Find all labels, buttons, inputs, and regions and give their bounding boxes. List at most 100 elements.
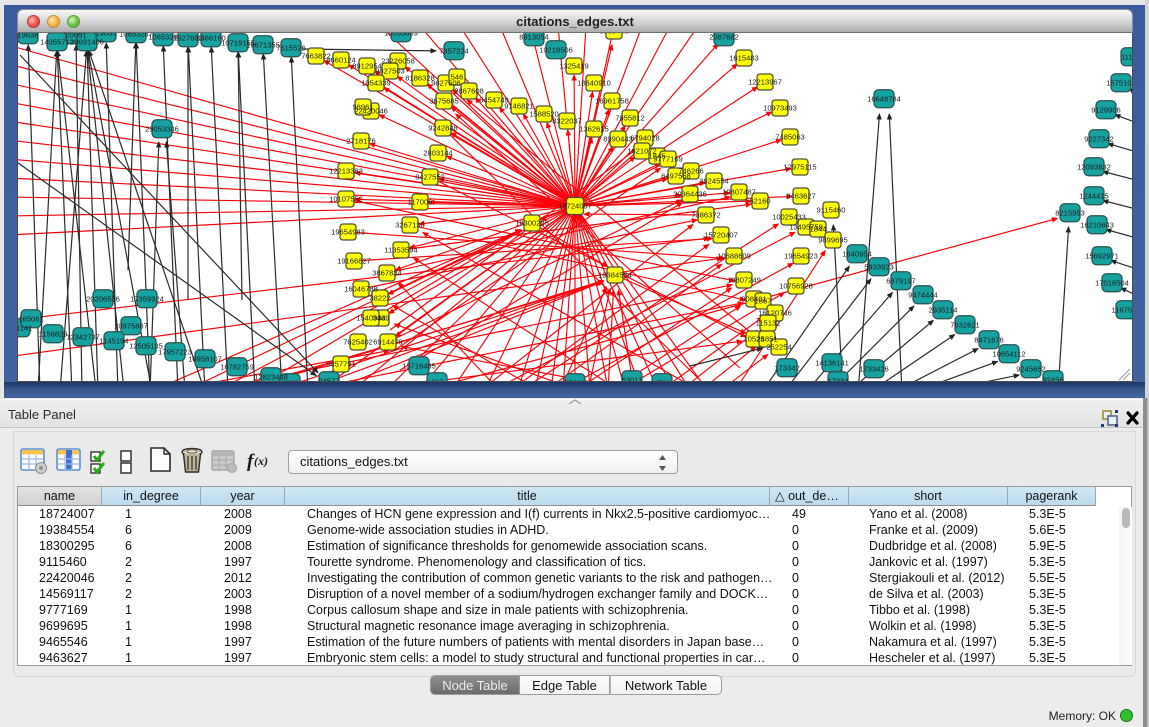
svg-text:(x): (x) [254, 454, 268, 468]
svg-text:63011: 63011 [622, 376, 643, 381]
svg-text:7485063: 7485063 [775, 133, 805, 142]
svg-text:19638: 19638 [18, 33, 39, 40]
svg-text:16961758: 16961758 [595, 97, 629, 106]
svg-text:3267130: 3267130 [395, 221, 425, 230]
svg-text:18724007: 18724007 [558, 202, 592, 211]
svg-text:7625402: 7625402 [343, 338, 373, 347]
svg-text:8990443: 8990443 [603, 135, 633, 144]
svg-text:10958107: 10958107 [188, 355, 222, 364]
svg-text:12093832: 12093832 [1077, 163, 1111, 172]
svg-text:6879197: 6879197 [886, 277, 916, 286]
svg-text:16210643: 16210643 [1080, 221, 1114, 230]
svg-text:18300295: 18300295 [515, 219, 549, 228]
svg-text:38222: 38222 [369, 294, 390, 303]
svg-text:18640910: 18640910 [577, 79, 611, 88]
svg-text:1054339: 1054339 [361, 79, 391, 88]
svg-text:6914479: 6914479 [373, 338, 403, 347]
svg-text:92456: 92456 [1042, 376, 1063, 381]
svg-text:95801: 95801 [564, 379, 585, 381]
svg-text:9457791: 9457791 [326, 360, 356, 369]
svg-text:2803144: 2803144 [423, 149, 453, 158]
svg-text:129234: 129234 [277, 379, 302, 381]
svg-text:17016504: 17016504 [1095, 279, 1129, 288]
svg-text:2087682: 2087682 [709, 33, 739, 42]
svg-text:17334: 17334 [827, 377, 848, 381]
svg-text:1325419: 1325419 [559, 62, 589, 71]
svg-text:15692971: 15692971 [1085, 252, 1119, 261]
svg-text:20206536: 20206536 [86, 295, 120, 304]
svg-text:12213967: 12213967 [748, 78, 782, 87]
svg-text:10654112: 10654112 [992, 350, 1025, 359]
svg-text:117: 117 [431, 378, 443, 381]
svg-text:9242848: 9242848 [428, 124, 458, 133]
svg-text:2935114: 2935114 [929, 306, 958, 315]
svg-text:18807249: 18807249 [727, 276, 761, 285]
svg-text:9227342: 9227342 [1084, 135, 1114, 144]
svg-text:9474444: 9474444 [908, 291, 938, 300]
svg-text:1867: 1867 [755, 297, 772, 306]
svg-text:17957223: 17957223 [158, 348, 192, 357]
svg-text:19033: 19033 [95, 33, 116, 38]
svg-text:10807487: 10807487 [722, 188, 756, 197]
svg-text:19654983: 19654983 [331, 228, 365, 237]
svg-text:17359924: 17359924 [130, 295, 164, 304]
svg-text:8322037: 8322037 [552, 117, 582, 126]
svg-text:1733426: 1733426 [859, 365, 889, 374]
svg-text:16046788: 16046788 [344, 285, 378, 294]
svg-text:6794028: 6794028 [630, 134, 660, 143]
svg-text:8912954: 8912954 [352, 62, 382, 71]
svg-text:16782759: 16782759 [220, 363, 254, 372]
svg-text:10107552: 10107552 [329, 195, 363, 204]
svg-text:7955812: 7955812 [615, 114, 645, 123]
svg-text:9245652: 9245652 [1016, 365, 1046, 374]
svg-text:1540934: 1540934 [356, 314, 386, 323]
svg-text:9899695: 9899695 [818, 236, 848, 245]
svg-text:15716485: 15716485 [402, 362, 436, 371]
svg-text:3867834: 3867834 [372, 269, 402, 278]
svg-text:29053346: 29053346 [145, 125, 179, 134]
svg-text:1640954: 1640954 [842, 250, 872, 259]
svg-text:7386372: 7386372 [691, 211, 721, 220]
svg-text:11353594: 11353594 [384, 246, 417, 255]
svg-text:391141: 391141 [18, 324, 32, 333]
svg-text:10025433: 10025433 [772, 213, 806, 222]
svg-text:9129906: 9129906 [1091, 106, 1121, 115]
svg-text:11125: 11125 [1121, 53, 1132, 62]
svg-text:7632621: 7632621 [950, 321, 980, 330]
svg-text:10688609: 10688609 [717, 252, 751, 261]
svg-text:2718176: 2718176 [346, 137, 376, 146]
svg-text:10756928: 10756928 [779, 282, 813, 291]
svg-text:19384554: 19384554 [598, 271, 632, 280]
svg-text:5933923: 5933923 [864, 263, 894, 272]
svg-text:20364436: 20364436 [673, 190, 707, 199]
svg-text:1615483: 1615483 [729, 54, 759, 63]
svg-text:19654923: 19654923 [784, 252, 818, 261]
svg-text:14136141: 14136141 [815, 359, 849, 368]
svg-text:165061: 165061 [18, 315, 43, 324]
svg-text:62160: 62160 [749, 197, 770, 206]
svg-text:1362615: 1362615 [579, 125, 609, 134]
svg-text:10975887: 10975887 [114, 322, 148, 331]
svg-text:15720407: 15720407 [704, 231, 738, 240]
svg-text:746266: 746266 [678, 167, 703, 176]
svg-text:19218506: 19218506 [539, 46, 573, 55]
svg-text:115132: 115132 [756, 319, 781, 328]
svg-text:10973493: 10973493 [763, 104, 797, 113]
svg-text:19166827: 19166827 [337, 257, 371, 266]
svg-text:1844: 1844 [810, 225, 827, 234]
svg-text:20691406: 20691406 [70, 38, 104, 47]
svg-text:546: 546 [451, 73, 464, 82]
svg-text:9463627: 9463627 [786, 192, 816, 201]
svg-text:16648784: 16648784 [867, 95, 901, 104]
svg-text:4711: 4711 [654, 379, 670, 381]
svg-text:12213383: 12213383 [329, 167, 363, 176]
svg-text:7357224: 7357224 [439, 47, 469, 56]
svg-text:2867608: 2867608 [454, 87, 484, 96]
svg-text:1244415: 1244415 [1079, 192, 1109, 201]
svg-text:252254: 252254 [766, 343, 791, 352]
svg-text:98961: 98961 [352, 103, 373, 112]
svg-text:1167534: 1167534 [1112, 306, 1133, 315]
svg-text:8215953: 8215953 [1055, 209, 1085, 218]
svg-text:12342737: 12342737 [66, 333, 100, 342]
svg-text:16671355: 16671355 [246, 41, 280, 50]
